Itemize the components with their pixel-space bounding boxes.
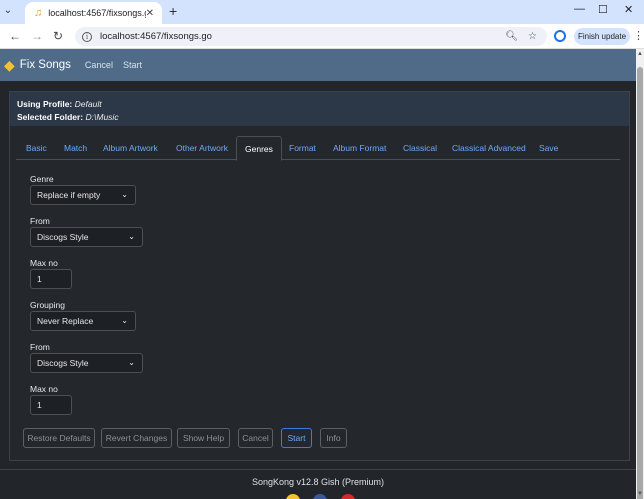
grouping-from-value: Discogs Style xyxy=(37,358,89,368)
forward-icon[interactable]: → xyxy=(31,29,43,43)
chevron-down-icon: ⌄ xyxy=(121,316,128,325)
address-bar[interactable]: i localhost:4567/fixsongs.go 🔍︎ ☆ xyxy=(75,27,547,46)
tab-classical[interactable]: Classical xyxy=(403,136,437,160)
version-text: SongKong v12.8 Gish (Premium) xyxy=(251,477,385,487)
selection-info: Using Profile: Default Selected Folder: … xyxy=(10,92,629,126)
genre-max-label: Max no xyxy=(30,258,58,268)
tab-genres[interactable]: Genres xyxy=(236,136,282,161)
grouping-max-input[interactable]: 1 xyxy=(30,395,72,415)
songkong-logo-icon: ◆ xyxy=(4,56,15,73)
header-cancel-link[interactable]: Cancel xyxy=(85,60,113,70)
songkong-icon[interactable] xyxy=(286,494,300,499)
music-note-icon: ♫ xyxy=(34,7,43,19)
settings-tabs: Basic Match Album Artwork Other Artwork … xyxy=(16,136,620,161)
app-title[interactable]: Fix Songs xyxy=(20,59,71,71)
page-scrollbar[interactable]: ▲ ▼ xyxy=(636,49,644,499)
tab-other-artwork[interactable]: Other Artwork xyxy=(176,136,228,160)
show-help-button[interactable]: Show Help xyxy=(177,428,230,448)
bookmark-star-icon[interactable]: ☆ xyxy=(528,31,537,42)
tab-album-format[interactable]: Album Format xyxy=(333,136,386,160)
grouping-label: Grouping xyxy=(30,300,65,310)
close-window-icon[interactable]: ✕ xyxy=(624,3,633,16)
folder-value: D:\Music xyxy=(85,111,119,122)
tab-save[interactable]: Save xyxy=(539,136,558,160)
profile-value: Default xyxy=(74,99,102,109)
grouping-from-select[interactable]: Discogs Style ⌄ xyxy=(30,353,143,373)
reload-icon[interactable]: ↻ xyxy=(53,29,63,43)
genre-from-select[interactable]: Discogs Style ⌄ xyxy=(30,227,143,247)
address-url[interactable]: localhost:4567/fixsongs.go xyxy=(100,31,505,42)
scrollbar-thumb[interactable] xyxy=(637,67,643,499)
tab-basic[interactable]: Basic xyxy=(26,136,47,160)
new-tab-icon[interactable]: + xyxy=(169,3,177,19)
tab-album-artwork[interactable]: Album Artwork xyxy=(103,136,158,160)
minimize-icon[interactable]: — xyxy=(574,3,585,15)
close-tab-icon[interactable]: ✕ xyxy=(146,8,154,19)
youtube-icon[interactable] xyxy=(341,494,355,499)
back-icon[interactable]: ← xyxy=(9,29,21,43)
chevron-down-icon: ⌄ xyxy=(121,190,128,199)
chevron-down-icon: ⌄ xyxy=(128,358,135,367)
finish-update-button[interactable]: Finish update xyxy=(574,28,630,45)
tab-match[interactable]: Match xyxy=(64,136,87,160)
browser-toolbar: ← → ↻ i localhost:4567/fixsongs.go 🔍︎ ☆ … xyxy=(0,24,644,49)
grouping-max-label: Max no xyxy=(30,384,58,394)
grouping-from-label: From xyxy=(30,342,50,352)
tab-classical-advanced[interactable]: Classical Advanced xyxy=(452,136,526,160)
cancel-button[interactable]: Cancel xyxy=(238,428,273,448)
grouping-select[interactable]: Never Replace ⌄ xyxy=(30,311,136,331)
start-button[interactable]: Start xyxy=(281,428,312,448)
chevron-down-icon: ⌄ xyxy=(128,232,135,241)
scroll-down-icon[interactable]: ▼ xyxy=(636,491,644,497)
facebook-icon[interactable] xyxy=(313,494,327,499)
genre-from-value: Discogs Style xyxy=(37,232,89,242)
genre-select[interactable]: Replace if empty ⌄ xyxy=(30,185,136,205)
info-button[interactable]: Info xyxy=(320,428,347,448)
genre-max-input[interactable]: 1 xyxy=(30,269,72,289)
genre-select-value: Replace if empty xyxy=(37,190,101,200)
settings-panel: Using Profile: Default Selected Folder: … xyxy=(9,91,630,461)
app-header: ◆ Fix Songs Cancel Start xyxy=(0,49,636,81)
genre-from-label: From xyxy=(30,216,50,226)
browser-tab[interactable]: ♫ localhost:4567/fixsongs.go ✕ xyxy=(25,2,162,24)
zoom-icon[interactable]: 🔍︎ xyxy=(505,31,518,42)
app-footer: SongKong v12.8 Gish (Premium) xyxy=(0,469,636,499)
profile-label: Using Profile: xyxy=(17,99,73,109)
browser-tabstrip: ⌄ ♫ localhost:4567/fixsongs.go ✕ + — ☐ ✕ xyxy=(0,0,644,24)
header-start-link[interactable]: Start xyxy=(123,60,142,70)
restore-defaults-button[interactable]: Restore Defaults xyxy=(23,428,95,448)
folder-label: Selected Folder: xyxy=(17,111,84,122)
browser-menu-icon[interactable]: ⋮ xyxy=(633,29,644,42)
grouping-select-value: Never Replace xyxy=(37,316,94,326)
revert-changes-button[interactable]: Revert Changes xyxy=(101,428,172,448)
scroll-up-icon[interactable]: ▲ xyxy=(636,51,644,57)
maximize-icon[interactable]: ☐ xyxy=(598,3,608,16)
browser-tab-title: localhost:4567/fixsongs.go xyxy=(48,8,146,18)
genre-label: Genre xyxy=(30,174,54,184)
site-info-icon[interactable]: i xyxy=(82,31,92,42)
profile-avatar-icon[interactable] xyxy=(554,30,566,42)
tab-search-icon[interactable]: ⌄ xyxy=(0,5,16,16)
tab-format[interactable]: Format xyxy=(289,136,316,160)
